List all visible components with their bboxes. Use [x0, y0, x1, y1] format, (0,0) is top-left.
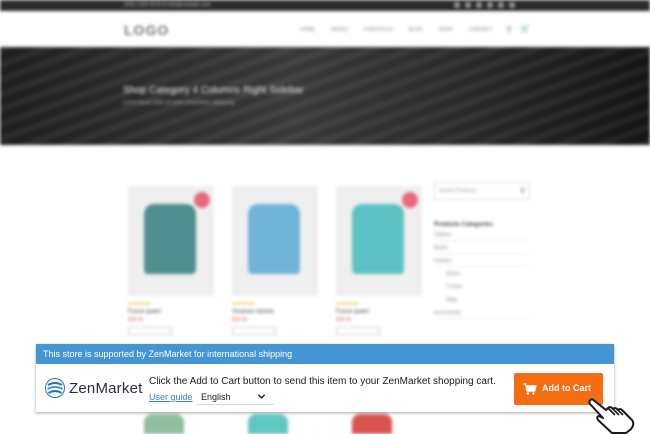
product-price: $18.00 — [128, 317, 144, 323]
add-to-cart-button[interactable] — [336, 327, 380, 335]
tshirt-image — [248, 414, 288, 434]
top-bar: (555) 1234 5678 ✉ info@example.com — [0, 0, 650, 11]
tshirt-image — [352, 204, 404, 274]
category-item[interactable]: T-shirts — [434, 280, 530, 293]
menu-item-blog[interactable]: BLOG — [409, 27, 423, 33]
product-card[interactable]: ★★★★★ Vivamus lacinia $18.00 — [232, 186, 318, 335]
zenmarket-banner: This store is supported by ZenMarket for… — [36, 344, 614, 412]
sale-badge — [194, 192, 210, 208]
zenmarket-logo-icon — [45, 378, 65, 398]
tshirt-image — [144, 414, 184, 434]
category-item[interactable]: Books — [434, 241, 530, 254]
product-price: $18.00 — [336, 317, 352, 323]
zenmarket-header-text: This store is supported by ZenMarket for… — [43, 349, 293, 359]
product-price: $18.00 — [232, 317, 248, 323]
hand-pointer-icon — [588, 398, 635, 434]
rating-stars: ★★★★★ — [128, 301, 151, 307]
menu-item-shop[interactable]: SHOP — [439, 27, 453, 33]
add-to-cart-label: Add to Cart — [542, 383, 591, 393]
social-icon[interactable] — [454, 2, 460, 8]
hero-banner: Shop Category 4 Columns Right Sidebar Lo… — [0, 47, 650, 145]
menu-item-home[interactable]: HOME — [300, 27, 315, 33]
product-name[interactable]: Fusce quam — [336, 309, 422, 315]
product-image[interactable] — [336, 186, 422, 296]
chevron-down-icon — [257, 394, 266, 399]
social-icon[interactable] — [465, 2, 471, 8]
site-logo[interactable]: LOGO — [124, 22, 169, 38]
product-name[interactable]: Fusce quam — [128, 309, 214, 315]
category-item[interactable]: Bags — [434, 293, 530, 306]
menu-item-portfolio[interactable]: PORTFOLIO — [364, 27, 393, 33]
tshirt-image — [248, 204, 300, 274]
sale-badge — [402, 192, 418, 208]
shop-sidebar: Search Products … ⚲ Products Categories … — [434, 182, 530, 319]
tshirt-image — [352, 414, 392, 434]
add-to-cart-button[interactable] — [128, 327, 172, 335]
category-item[interactable]: Fashion — [434, 254, 530, 267]
breadcrumb: Lorem ipsum dolor sit amet consectetur a… — [123, 100, 235, 106]
social-icon[interactable] — [487, 2, 493, 8]
category-item[interactable]: Shoes — [434, 267, 530, 280]
main-navigation: LOGO HOME PAGES PORTFOLIO BLOG SHOP CONT… — [0, 11, 650, 47]
cart-icon — [523, 383, 537, 395]
category-item[interactable]: Accessories — [434, 306, 530, 319]
menu-item-contact[interactable]: CONTACT — [469, 27, 493, 33]
social-links — [454, 2, 515, 8]
search-placeholder: Search Products … — [439, 188, 483, 194]
hero-background-image — [0, 47, 650, 145]
product-card[interactable]: ★★★★★ Fusce quam $18.00 — [128, 186, 214, 335]
contact-info: (555) 1234 5678 ✉ info@example.com — [124, 2, 211, 8]
category-item[interactable]: Clothes — [434, 228, 530, 241]
product-search-input[interactable]: Search Products … ⚲ — [434, 182, 530, 200]
language-select-value: English — [201, 392, 231, 402]
zenmarket-logo-text: ZenMarket — [69, 379, 143, 397]
social-icon[interactable] — [476, 2, 482, 8]
social-icon[interactable] — [498, 2, 504, 8]
cart-icon[interactable]: 🛒 — [520, 24, 530, 33]
menu-items: HOME PAGES PORTFOLIO BLOG SHOP CONTACT — [300, 27, 493, 33]
social-icon[interactable] — [509, 2, 515, 8]
zenmarket-header: This store is supported by ZenMarket for… — [36, 344, 614, 364]
search-icon[interactable]: ⚲ — [520, 187, 525, 195]
rating-stars: ★★★★★ — [336, 301, 359, 307]
product-name[interactable]: Vivamus lacinia — [232, 309, 318, 315]
product-card[interactable]: ★★★★★ Fusce quam $18.00 — [336, 186, 422, 335]
menu-item-pages[interactable]: PAGES — [331, 27, 348, 33]
add-to-cart-button[interactable] — [232, 327, 276, 335]
product-image[interactable] — [128, 186, 214, 296]
zenmarket-message: Click the Add to Cart button to send thi… — [149, 376, 496, 387]
page-title: Shop Category 4 Columns Right Sidebar — [123, 85, 304, 96]
search-icon[interactable]: ⚲ — [506, 25, 512, 34]
rating-stars: ★★★★★ — [232, 301, 255, 307]
tshirt-image — [144, 204, 196, 274]
zenmarket-logo: ZenMarket — [45, 378, 143, 398]
user-guide-link[interactable]: User guide — [149, 392, 193, 402]
language-select[interactable]: English — [196, 388, 274, 405]
product-image[interactable] — [232, 186, 318, 296]
